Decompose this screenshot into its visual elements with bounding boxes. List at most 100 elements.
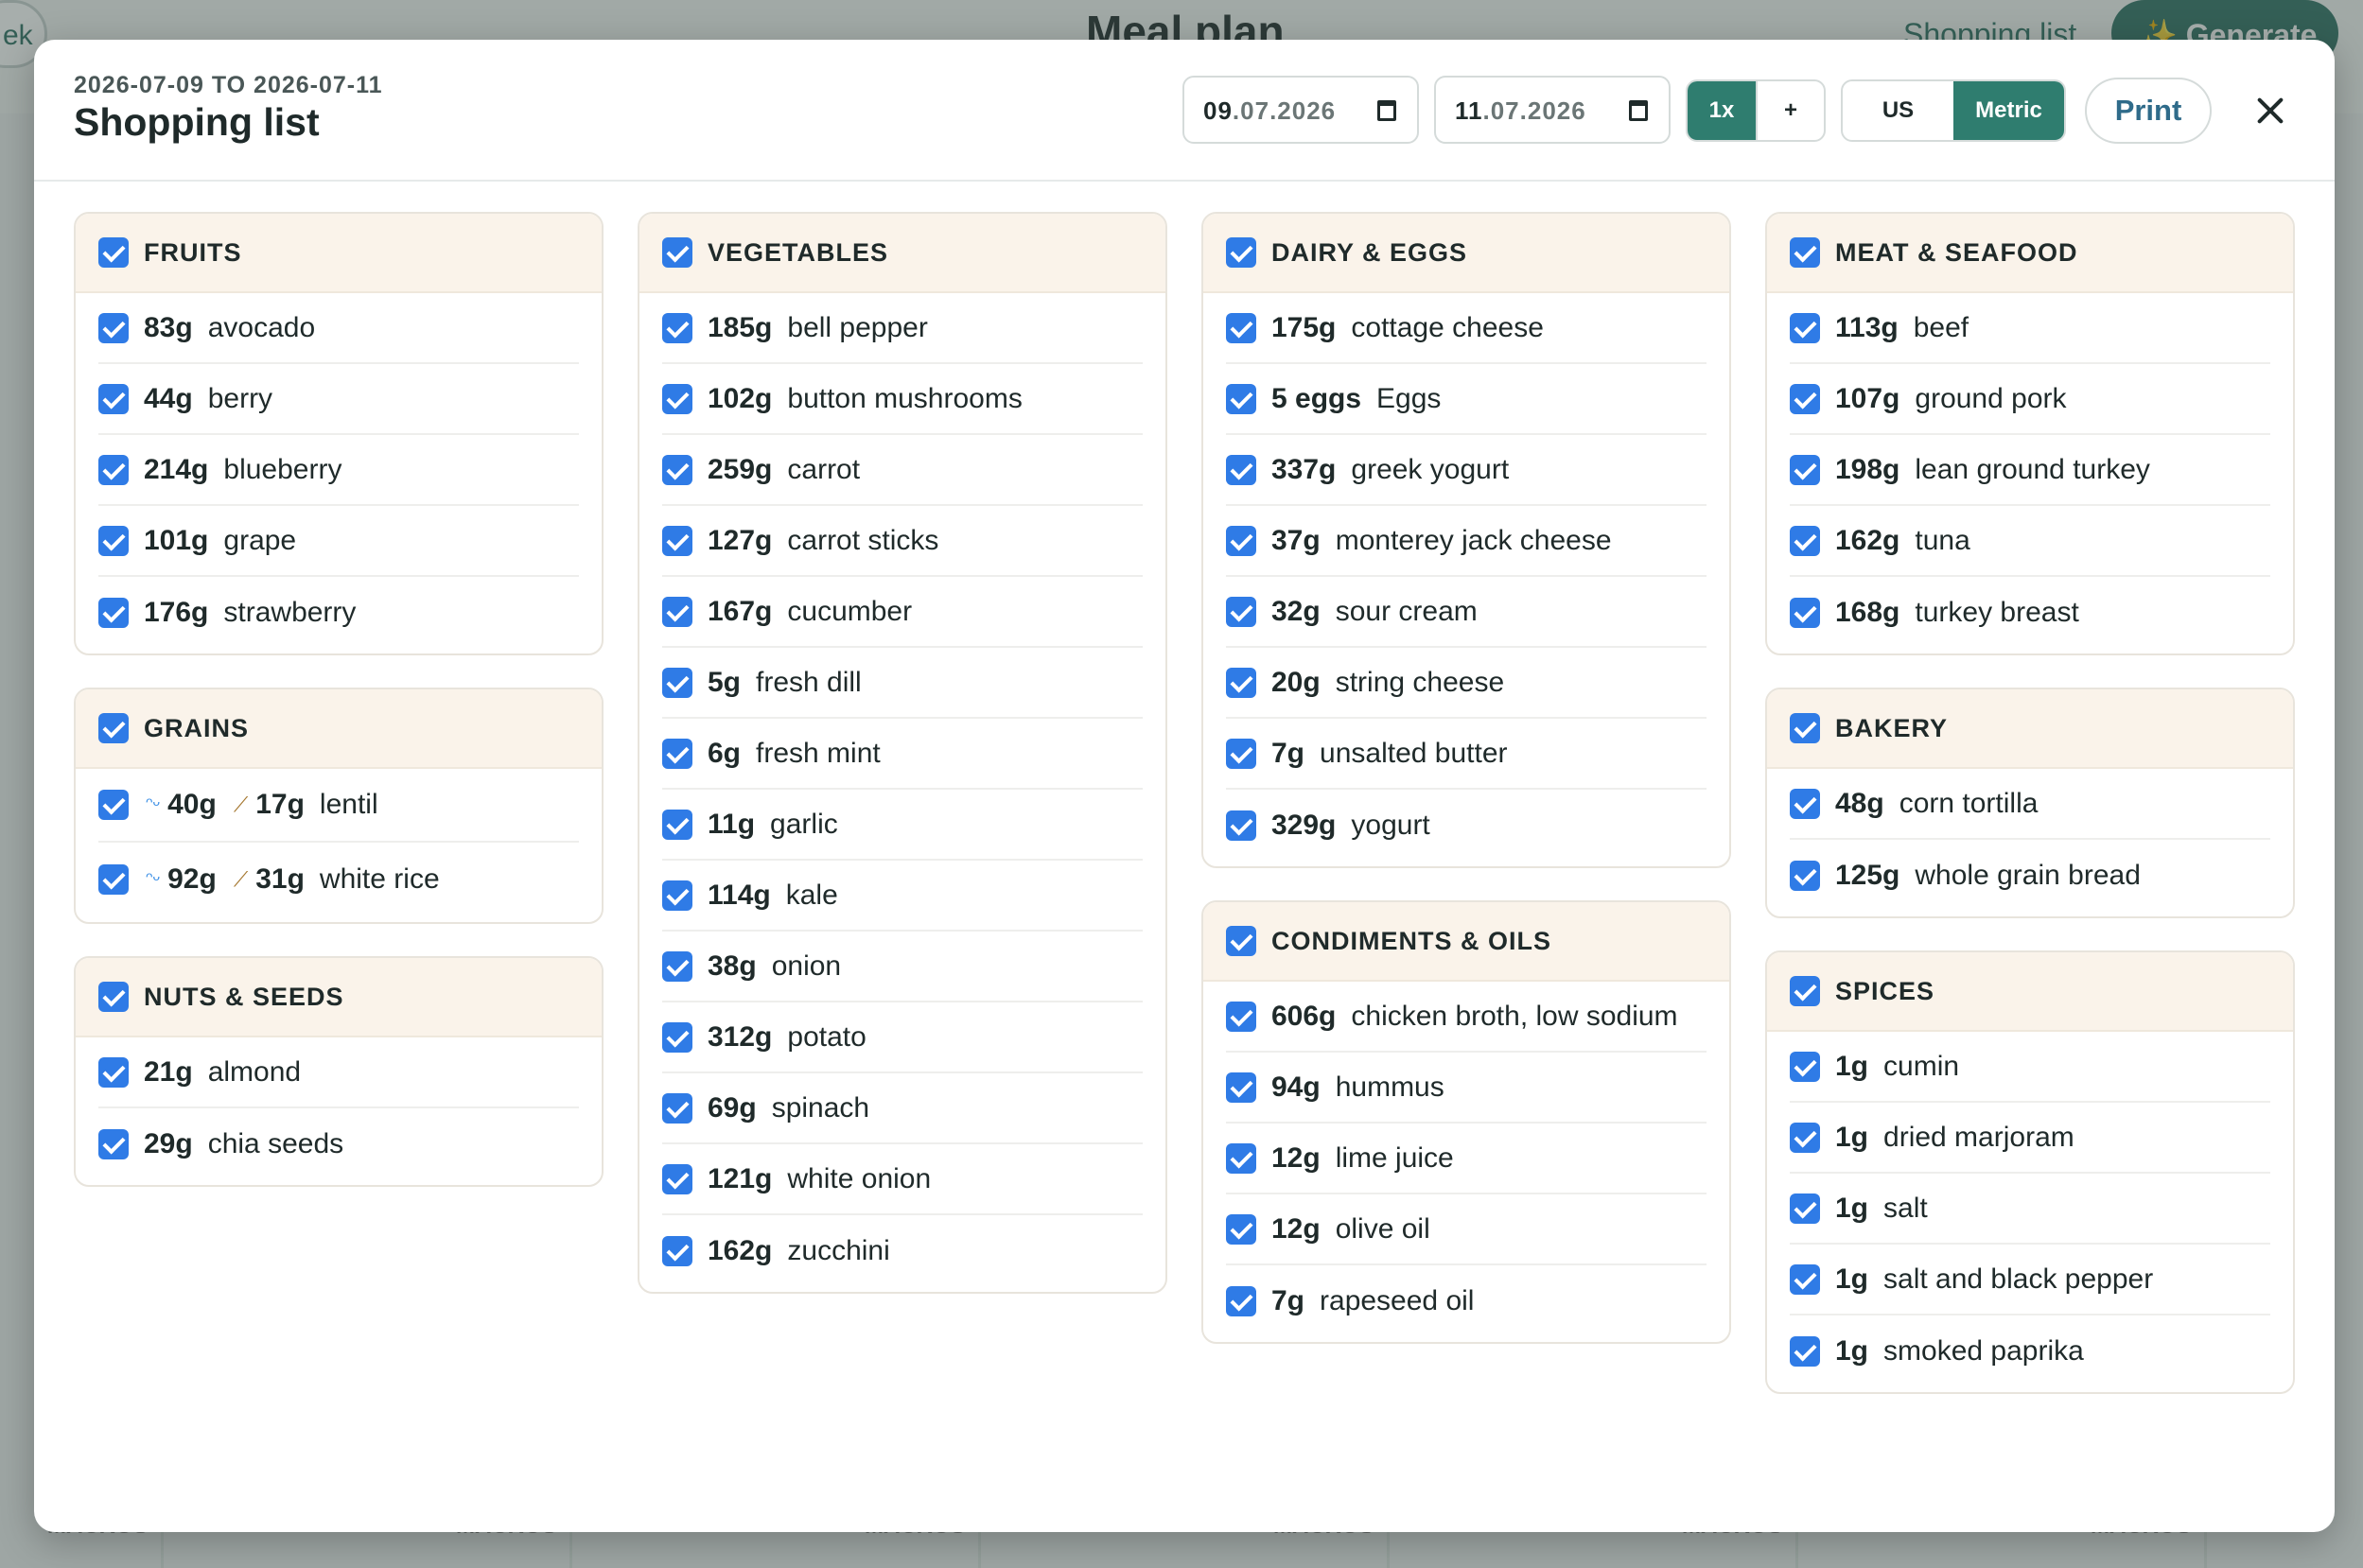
item-checkbox-icon[interactable]: [1226, 1071, 1256, 1103]
item-checkbox-icon[interactable]: [662, 809, 692, 840]
list-item[interactable]: 94g hummus: [1226, 1053, 1707, 1124]
list-item[interactable]: 125g whole grain bread: [1790, 840, 2270, 911]
item-checkbox-icon[interactable]: [1790, 788, 1820, 819]
list-item[interactable]: 175g cottage cheese: [1226, 293, 1707, 364]
item-checkbox-icon[interactable]: [1226, 738, 1256, 769]
item-checkbox-icon[interactable]: [1226, 454, 1256, 485]
print-button[interactable]: Print: [2085, 78, 2212, 144]
item-checkbox-icon[interactable]: [662, 383, 692, 414]
item-checkbox-icon[interactable]: [98, 864, 129, 895]
category-checkbox-icon[interactable]: [98, 713, 129, 743]
item-checkbox-icon[interactable]: [662, 667, 692, 698]
item-checkbox-icon[interactable]: [1226, 312, 1256, 343]
item-checkbox-icon[interactable]: [1790, 454, 1820, 485]
list-item[interactable]: 7g rapeseed oil: [1226, 1265, 1707, 1336]
item-checkbox-icon[interactable]: [98, 383, 129, 414]
item-checkbox-icon[interactable]: [662, 1235, 692, 1266]
calendar-icon[interactable]: [1377, 100, 1396, 121]
item-checkbox-icon[interactable]: [662, 880, 692, 911]
list-item[interactable]: 20g string cheese: [1226, 648, 1707, 719]
category-checkbox-icon[interactable]: [1790, 237, 1820, 268]
category-checkbox-icon[interactable]: [98, 237, 129, 268]
list-item[interactable]: 1g salt and black pepper: [1790, 1245, 2270, 1315]
unit-us-button[interactable]: US: [1843, 81, 1953, 140]
list-item[interactable]: 29g chia seeds: [98, 1108, 579, 1179]
item-checkbox-icon[interactable]: [1226, 1213, 1256, 1245]
item-checkbox-icon[interactable]: [1790, 525, 1820, 556]
item-checkbox-icon[interactable]: [1790, 1263, 1820, 1295]
category-checkbox-icon[interactable]: [1226, 237, 1256, 268]
list-item[interactable]: 113g beef: [1790, 293, 2270, 364]
list-item[interactable]: 12g lime juice: [1226, 1124, 1707, 1194]
item-checkbox-icon[interactable]: [1226, 667, 1256, 698]
item-checkbox-icon[interactable]: [662, 1092, 692, 1124]
list-item[interactable]: 162g tuna: [1790, 506, 2270, 577]
list-item[interactable]: 107g ground pork: [1790, 364, 2270, 435]
list-item[interactable]: ᵔᵕ 92g ⟋ 31g white rice: [98, 843, 579, 916]
item-checkbox-icon[interactable]: [1226, 596, 1256, 627]
list-item[interactable]: 176g strawberry: [98, 577, 579, 648]
item-checkbox-icon[interactable]: [1790, 597, 1820, 628]
list-item[interactable]: 1g dried marjoram: [1790, 1103, 2270, 1174]
item-checkbox-icon[interactable]: [1790, 1335, 1820, 1367]
item-checkbox-icon[interactable]: [662, 525, 692, 556]
category-checkbox-icon[interactable]: [98, 982, 129, 1012]
start-date-input[interactable]: 09.07.2026: [1182, 76, 1419, 144]
item-checkbox-icon[interactable]: [1226, 810, 1256, 841]
list-item[interactable]: 11g garlic: [662, 790, 1143, 861]
list-item[interactable]: 69g spinach: [662, 1073, 1143, 1144]
list-item[interactable]: 329g yogurt: [1226, 790, 1707, 861]
item-checkbox-icon[interactable]: [98, 1128, 129, 1159]
list-item[interactable]: 259g carrot: [662, 435, 1143, 506]
list-item[interactable]: 167g cucumber: [662, 577, 1143, 648]
list-item[interactable]: 7g unsalted butter: [1226, 719, 1707, 790]
item-checkbox-icon[interactable]: [1790, 1193, 1820, 1224]
item-checkbox-icon[interactable]: [662, 312, 692, 343]
list-item[interactable]: 606g chicken broth, low sodium: [1226, 982, 1707, 1053]
list-item[interactable]: 38g onion: [662, 932, 1143, 1002]
item-checkbox-icon[interactable]: [98, 312, 129, 343]
list-item[interactable]: 127g carrot sticks: [662, 506, 1143, 577]
item-checkbox-icon[interactable]: [98, 525, 129, 556]
list-item[interactable]: 5g fresh dill: [662, 648, 1143, 719]
item-checkbox-icon[interactable]: [98, 454, 129, 485]
list-item[interactable]: 32g sour cream: [1226, 577, 1707, 648]
list-item[interactable]: 1g salt: [1790, 1174, 2270, 1245]
item-checkbox-icon[interactable]: [1226, 1001, 1256, 1032]
unit-metric-button[interactable]: Metric: [1953, 81, 2064, 140]
list-item[interactable]: 21g almond: [98, 1037, 579, 1108]
list-item[interactable]: 214g blueberry: [98, 435, 579, 506]
list-item[interactable]: 37g monterey jack cheese: [1226, 506, 1707, 577]
list-item[interactable]: 168g turkey breast: [1790, 577, 2270, 648]
item-checkbox-icon[interactable]: [662, 738, 692, 769]
list-item[interactable]: 121g white onion: [662, 1144, 1143, 1215]
scale-increase-button[interactable]: +: [1756, 81, 1824, 140]
item-checkbox-icon[interactable]: [662, 950, 692, 982]
list-item[interactable]: 83g avocado: [98, 293, 579, 364]
list-item[interactable]: 5 eggs Eggs: [1226, 364, 1707, 435]
list-item[interactable]: 12g olive oil: [1226, 1194, 1707, 1265]
list-item[interactable]: ᵔᵕ 40g ⟋ 17g lentil: [98, 769, 579, 843]
list-item[interactable]: 162g zucchini: [662, 1215, 1143, 1286]
category-checkbox-icon[interactable]: [662, 237, 692, 268]
item-checkbox-icon[interactable]: [1226, 525, 1256, 556]
list-item[interactable]: 185g bell pepper: [662, 293, 1143, 364]
list-item[interactable]: 312g potato: [662, 1002, 1143, 1073]
list-item[interactable]: 102g button mushrooms: [662, 364, 1143, 435]
item-checkbox-icon[interactable]: [1226, 1142, 1256, 1174]
list-item[interactable]: 337g greek yogurt: [1226, 435, 1707, 506]
list-item[interactable]: 114g kale: [662, 861, 1143, 932]
item-checkbox-icon[interactable]: [98, 1056, 129, 1088]
end-date-input[interactable]: 11.07.2026: [1434, 76, 1671, 144]
item-checkbox-icon[interactable]: [1226, 1285, 1256, 1316]
list-item[interactable]: 6g fresh mint: [662, 719, 1143, 790]
item-checkbox-icon[interactable]: [1790, 1122, 1820, 1153]
list-item[interactable]: 1g smoked paprika: [1790, 1315, 2270, 1386]
item-checkbox-icon[interactable]: [662, 454, 692, 485]
item-checkbox-icon[interactable]: [1790, 383, 1820, 414]
list-item[interactable]: 44g berry: [98, 364, 579, 435]
calendar-icon[interactable]: [1629, 100, 1648, 121]
item-checkbox-icon[interactable]: [1790, 312, 1820, 343]
item-checkbox-icon[interactable]: [662, 596, 692, 627]
item-checkbox-icon[interactable]: [1226, 383, 1256, 414]
